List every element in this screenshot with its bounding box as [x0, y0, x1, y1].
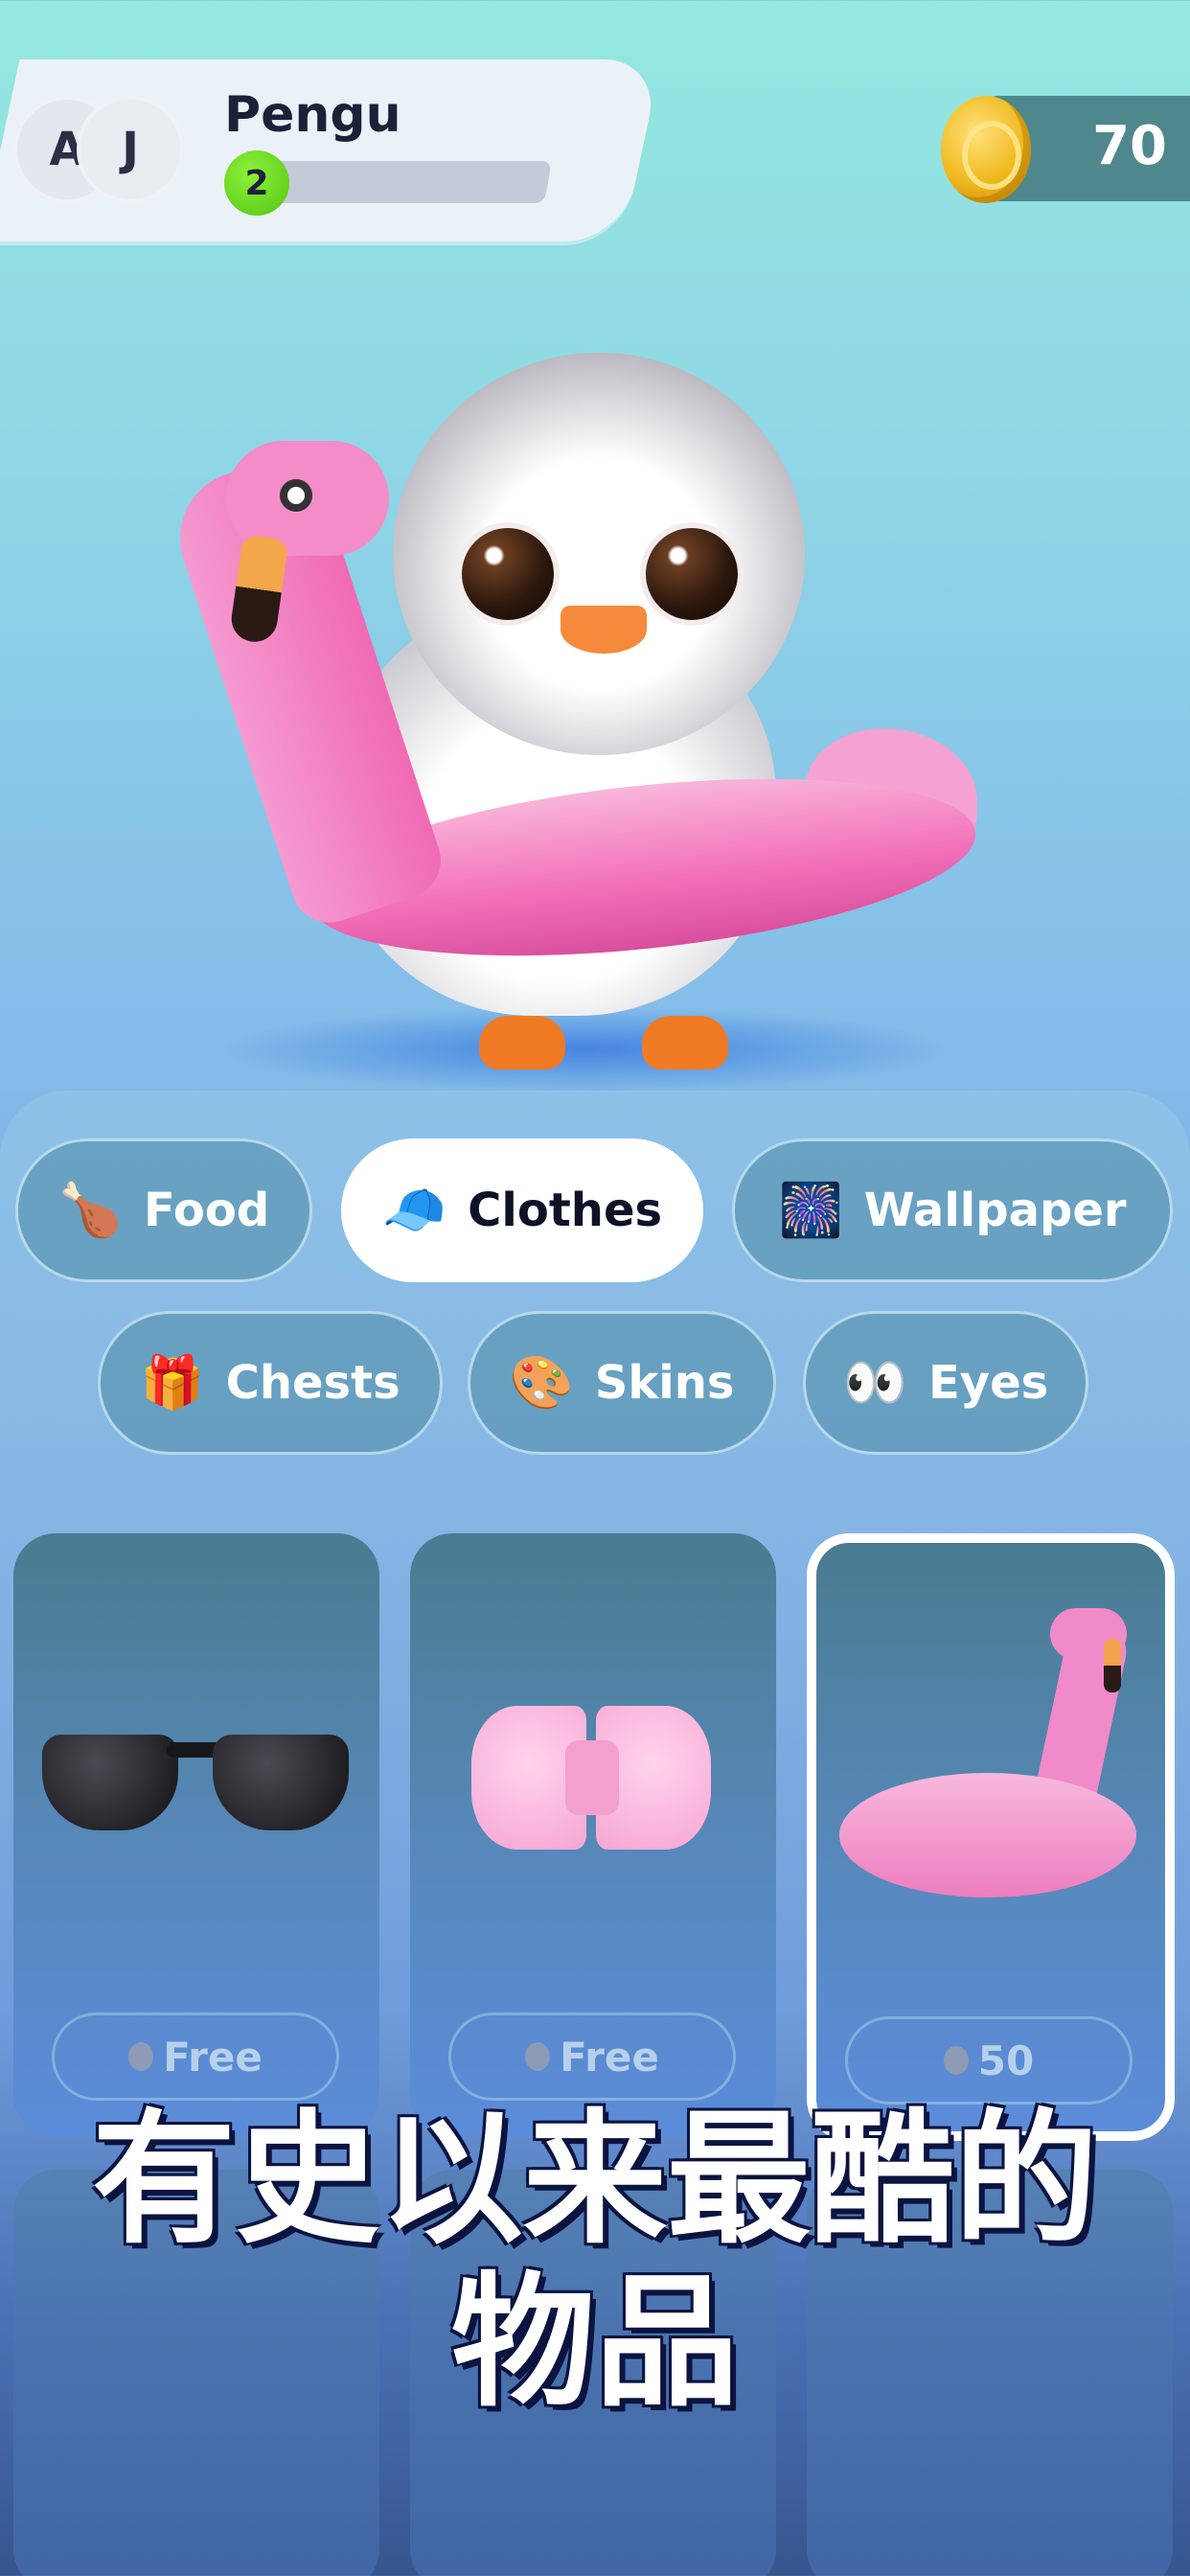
- price-label: 50: [977, 2036, 1035, 2084]
- tab-chests[interactable]: 🎁 Chests: [98, 1311, 443, 1455]
- penguin-foot: [642, 1016, 728, 1070]
- promo-caption: 有史以来最酷的物品: [91, 2097, 1098, 2426]
- coin-icon: [941, 96, 1031, 203]
- price-label: Free: [560, 2033, 659, 2081]
- penguin-beak: [561, 606, 647, 654]
- cap-icon: 🧢: [381, 1180, 447, 1240]
- eyes-icon: 👀: [842, 1352, 908, 1413]
- bow-tie-icon: [471, 1706, 711, 1850]
- palette-icon: 🎨: [509, 1352, 574, 1413]
- fireworks-icon: 🎆: [778, 1180, 843, 1240]
- price-button[interactable]: Free: [448, 2012, 736, 2101]
- penguin-eye: [640, 522, 744, 626]
- tab-clothes[interactable]: 🧢 Clothes: [341, 1138, 703, 1282]
- coin-count: 70: [1092, 115, 1167, 177]
- flamingo-beak: [1104, 1639, 1121, 1692]
- xp-progress-bar: [255, 161, 552, 203]
- level-badge: 2: [224, 150, 289, 216]
- pet-shadow: [211, 1006, 958, 1092]
- avatar[interactable]: J: [77, 96, 184, 203]
- penguin-eye: [456, 522, 560, 626]
- drumstick-icon: 🍗: [57, 1180, 124, 1240]
- coin-icon: [128, 2042, 154, 2071]
- sunglasses-icon: [42, 1725, 349, 1830]
- tab-label: Skins: [594, 1356, 735, 1410]
- price-button[interactable]: Free: [52, 2012, 339, 2101]
- tab-label: Chests: [225, 1356, 400, 1410]
- flamingo-float-eye: [280, 479, 312, 512]
- penguin-head: [393, 353, 805, 755]
- item-card-bow-tie[interactable]: Free: [410, 1533, 776, 2137]
- coin-icon: [525, 2042, 551, 2071]
- tab-label: Eyes: [928, 1356, 1049, 1410]
- pet-penguin[interactable]: [162, 345, 1016, 1092]
- item-card-flamingo-float[interactable]: 50: [807, 1533, 1175, 2141]
- tab-label: Wallpaper: [863, 1184, 1127, 1237]
- tab-label: Food: [144, 1184, 270, 1237]
- tab-eyes[interactable]: 👀 Eyes: [803, 1311, 1088, 1455]
- gift-icon: 🎁: [140, 1352, 205, 1413]
- coin-icon: [943, 2046, 969, 2075]
- username: Pengu: [224, 86, 401, 144]
- tab-wallpaper[interactable]: 🎆 Wallpaper: [732, 1138, 1173, 1282]
- price-label: Free: [163, 2033, 263, 2081]
- tab-food[interactable]: 🍗 Food: [15, 1138, 312, 1282]
- tab-skins[interactable]: 🎨 Skins: [468, 1311, 776, 1455]
- price-button[interactable]: 50: [845, 2016, 1133, 2104]
- item-card-sunglasses[interactable]: Free: [13, 1533, 379, 2137]
- flamingo-ring: [839, 1773, 1136, 1898]
- tab-label: Clothes: [468, 1184, 663, 1237]
- penguin-foot: [479, 1016, 565, 1070]
